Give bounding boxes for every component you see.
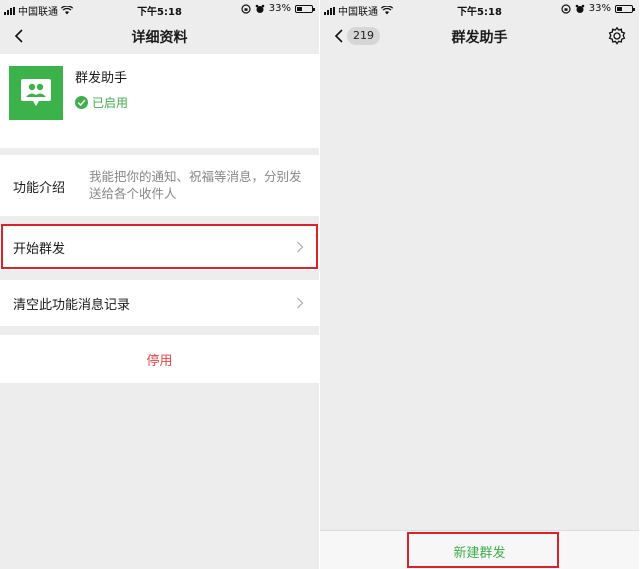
highlight-box	[1, 224, 318, 269]
nav-bar: 219 群发助手	[320, 18, 639, 54]
battery-percent: 33%	[268, 3, 291, 14]
page-title: 详细资料	[131, 30, 188, 46]
status-text: 已启用	[92, 96, 129, 110]
status-badge: 已启用	[75, 94, 128, 111]
highlight-box	[407, 532, 559, 568]
status-bar: 中国联通 下午5:18 33%	[320, 0, 639, 18]
profile-card: 群发助手 已启用	[0, 54, 319, 148]
battery-icon	[615, 4, 635, 13]
settings-gear-icon[interactable]	[607, 26, 627, 46]
lock-rotation-icon	[241, 3, 251, 14]
lock-rotation-icon	[561, 3, 571, 14]
battery-icon	[295, 4, 315, 13]
disable-button[interactable]: 停用	[0, 335, 319, 383]
detail-screen: 中国联通 下午5:18 33% 详细资料 群发助手 已启用 功能介绍 我能把你的…	[0, 0, 319, 569]
nav-bar: 详细资料	[0, 18, 319, 54]
battery-percent: 33%	[588, 3, 611, 14]
broadcast-screen: 中国联通 下午5:18 33% 219 群发助手 新建群发	[320, 0, 639, 569]
profile-name: 群发助手	[75, 71, 128, 86]
clear-history-row[interactable]: 清空此功能消息记录	[0, 280, 319, 326]
check-circle-icon	[75, 96, 88, 109]
broadcast-people-icon	[9, 66, 63, 120]
clear-history-label: 清空此功能消息记录	[13, 298, 131, 313]
status-bar: 中国联通 下午5:18 33%	[0, 0, 319, 18]
alarm-icon	[575, 4, 585, 13]
intro-card: 功能介绍 我能把你的通知、祝福等消息，分别发送给各个收件人	[0, 155, 319, 216]
page-title: 群发助手	[451, 30, 508, 46]
intro-label: 功能介绍	[13, 181, 66, 196]
status-right: 33%	[241, 3, 315, 14]
chevron-right-icon	[297, 297, 304, 309]
alarm-icon	[255, 4, 265, 13]
disable-label: 停用	[146, 354, 173, 369]
intro-text: 我能把你的通知、祝福等消息，分别发送给各个收件人	[89, 169, 302, 201]
status-right: 33%	[561, 3, 635, 14]
